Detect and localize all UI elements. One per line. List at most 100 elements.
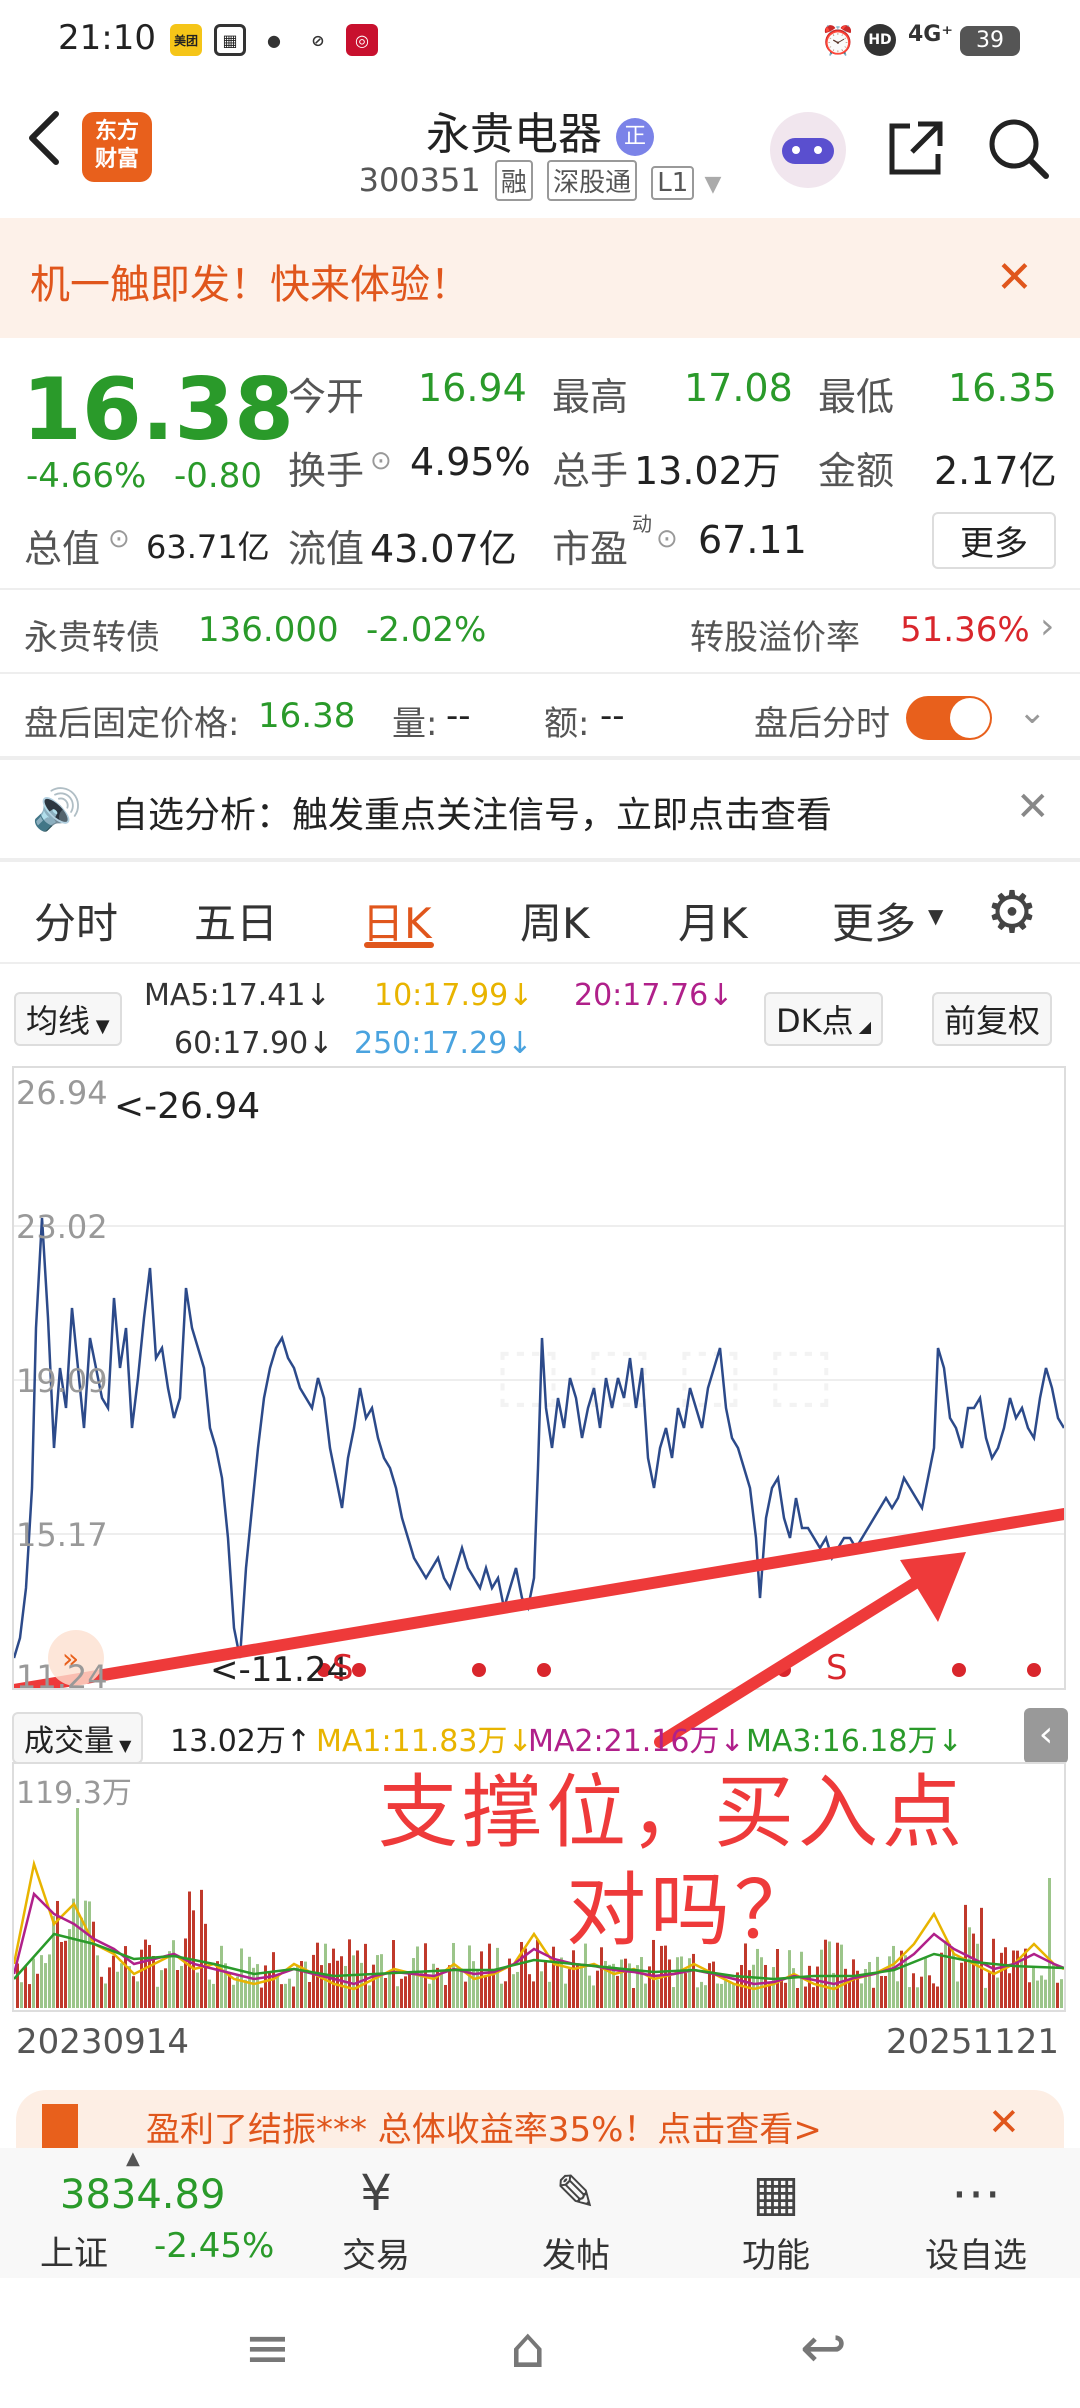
volume-bar	[548, 1981, 551, 2008]
volume-bar	[328, 1963, 331, 2008]
volume-bar	[412, 1958, 415, 2008]
volume-bar	[632, 1987, 635, 2008]
volume-bar	[256, 1964, 259, 2008]
volume-bar	[280, 1984, 283, 2008]
volume-bar	[444, 1984, 447, 2008]
volume-bar	[804, 1986, 807, 2008]
volume-bar	[504, 1981, 507, 2008]
volume-bar	[428, 1983, 431, 2008]
volume-bar	[672, 1987, 675, 2008]
volume-bar	[476, 1970, 479, 2008]
volume-bar	[72, 1898, 75, 2008]
volume-bar	[872, 1987, 875, 2008]
promo-strip[interactable]: 盈利了结振*** 总体收益率35%！点击查看> ✕	[16, 2090, 1064, 2148]
volume-bar	[596, 1970, 599, 2008]
volume-bar	[936, 1986, 939, 2008]
volume-current: 13.02万↑	[170, 1724, 312, 1759]
volume-bar	[260, 1987, 263, 2008]
volume-bar	[968, 1927, 971, 2008]
volume-bar	[720, 1983, 723, 2008]
volume-bar	[88, 1901, 91, 2008]
volume-bar	[1028, 1982, 1031, 2008]
volume-bar	[704, 1985, 707, 2008]
volume-bar	[932, 1983, 935, 2008]
volume-bar	[552, 1946, 555, 2008]
nav-post[interactable]: ✎ 发帖	[506, 2158, 646, 2277]
volume-bar	[592, 1985, 595, 2008]
volume-bar	[948, 1943, 951, 2008]
volume-bar	[292, 1986, 295, 2008]
volume-bar	[320, 1965, 323, 2008]
volume-bar	[972, 1933, 975, 2008]
volume-bar	[464, 1981, 467, 2008]
volume-bar	[20, 1982, 23, 2008]
volume-bar	[96, 1955, 99, 2008]
nav-trade[interactable]: ¥ 交易	[306, 2158, 446, 2277]
volume-bar	[400, 1978, 403, 2008]
volume-bar	[68, 1929, 71, 2008]
volume-bar	[976, 1943, 979, 2008]
home-icon[interactable]: ⌂	[510, 2316, 546, 2381]
volume-bar	[852, 1959, 855, 2008]
index-name: 上证	[40, 2234, 108, 2274]
volume-bar	[640, 1957, 643, 2008]
volume-bar	[136, 1981, 139, 2008]
volume-selector[interactable]: 成交量 ▼	[12, 1712, 144, 1764]
volume-bar	[1052, 1963, 1055, 2008]
volume-bar	[736, 1972, 739, 2008]
volume-bar	[784, 1982, 787, 2008]
volume-max-label: 119.3万	[16, 1776, 132, 1811]
volume-bar	[944, 1940, 947, 2008]
volume-bar	[48, 1954, 51, 2008]
volume-bar	[28, 1984, 31, 2008]
volume-bar	[828, 1941, 831, 2008]
volume-bar	[284, 1983, 287, 2008]
volume-bar	[960, 1962, 963, 2008]
volume-bar	[924, 1957, 927, 2008]
volume-bar	[244, 1979, 247, 2008]
nav-functions[interactable]: ▦ 功能	[706, 2158, 846, 2277]
volume-bar	[160, 1970, 163, 2008]
back-nav-icon[interactable]: ↩	[800, 2316, 847, 2381]
volume-bar	[616, 1975, 619, 2008]
volume-bar	[884, 1975, 887, 2008]
volume-bar	[812, 1987, 815, 2008]
volume-bar	[52, 1916, 55, 2008]
volume-bar	[44, 1963, 47, 2008]
volume-bar	[372, 1964, 375, 2008]
volume-bar	[532, 1981, 535, 2008]
volume-bar	[516, 1971, 519, 2008]
volume-bar	[956, 1981, 959, 2008]
menu-icon[interactable]: ≡	[244, 2316, 291, 2381]
volume-bar	[1004, 1947, 1007, 2008]
close-icon[interactable]: ✕	[988, 2100, 1020, 2144]
volume-bar	[700, 1981, 703, 2008]
volume-bar	[1056, 1982, 1059, 2008]
volume-bar	[540, 1971, 543, 2008]
volume-bar	[40, 1955, 43, 2008]
volume-bar	[172, 1940, 175, 2008]
nav-add-watchlist[interactable]: ⋯ 设自选	[906, 2158, 1046, 2277]
volume-bar	[692, 1953, 695, 2008]
volume-bar	[1012, 1950, 1015, 2008]
volume-bar	[576, 1965, 579, 2008]
collapse-panel-icon[interactable]: ‹	[1024, 1708, 1068, 1764]
pencil-icon: ✎	[555, 2164, 597, 2222]
volume-bar	[472, 1961, 475, 2008]
volume-bar	[832, 1972, 835, 2008]
nav-trade-label: 交易	[342, 2236, 410, 2276]
volume-bar	[208, 1979, 211, 2008]
volume-bar	[676, 1957, 679, 2008]
volume-bar	[16, 1963, 19, 2008]
volume-bar	[680, 1956, 683, 2008]
volume-bar	[348, 1939, 351, 2008]
start-date: 20230914	[16, 2022, 190, 2062]
volume-bar	[808, 1965, 811, 2008]
collapse-up-icon[interactable]: ▲	[126, 2148, 140, 2169]
volume-bar	[696, 1987, 699, 2008]
volume-bar	[180, 1965, 183, 2008]
volume-bar	[644, 1983, 647, 2008]
volume-bar	[716, 1983, 719, 2008]
bottom-nav: ▲ 3834.89 上证 -2.45% ¥ 交易 ✎ 发帖 ▦ 功能 ⋯ 设自选	[0, 2148, 1080, 2278]
index-value[interactable]: 3834.89	[60, 2172, 225, 2218]
